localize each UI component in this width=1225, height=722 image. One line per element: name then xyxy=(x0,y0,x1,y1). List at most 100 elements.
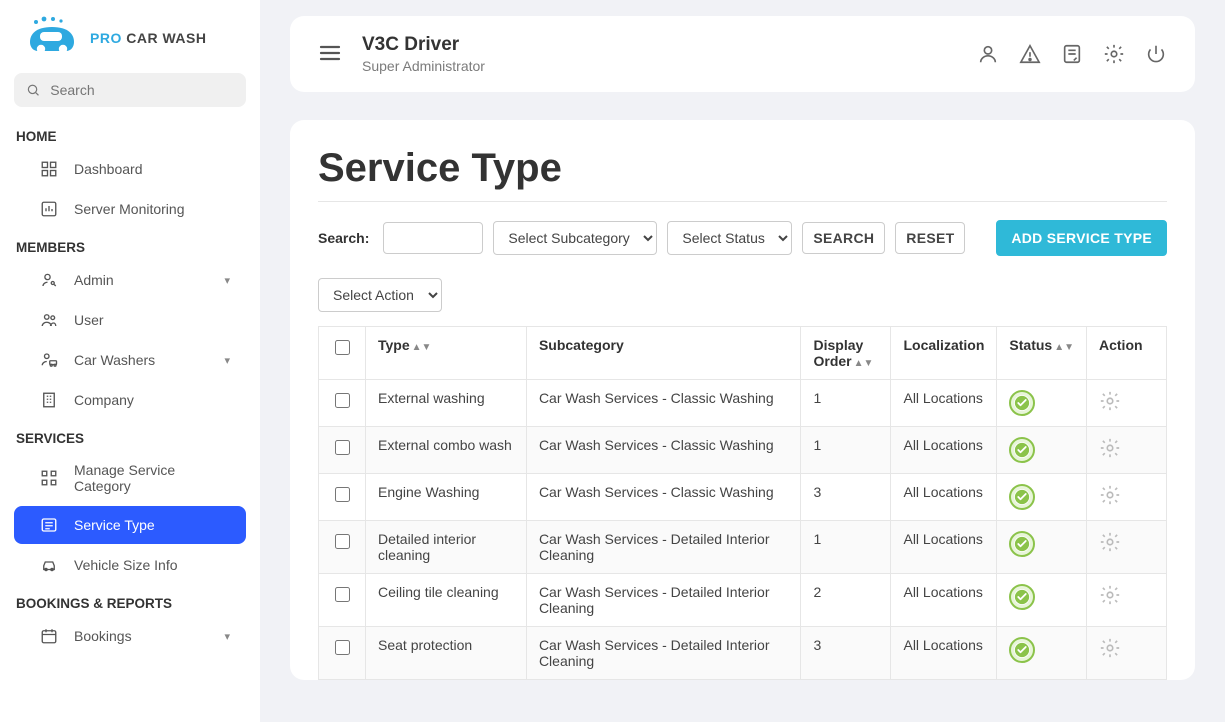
sidebar-item-label: Manage Service Category xyxy=(74,462,230,494)
select-all-checkbox[interactable] xyxy=(335,340,350,355)
brand-text: PRO CAR WASH xyxy=(90,30,206,46)
row-checkbox[interactable] xyxy=(335,587,350,602)
cell-status xyxy=(997,574,1087,627)
col-subcategory: Subcategory xyxy=(526,327,801,380)
note-icon[interactable] xyxy=(1061,43,1083,65)
divider xyxy=(318,201,1167,202)
col-status[interactable]: Status▲▼ xyxy=(997,327,1087,380)
cell-status xyxy=(997,521,1087,574)
sidebar-search[interactable] xyxy=(14,73,246,107)
sidebar-item-dashboard[interactable]: Dashboard xyxy=(14,150,246,188)
status-active-icon[interactable] xyxy=(1009,437,1035,463)
sidebar-item-label: Company xyxy=(74,392,230,408)
row-settings-icon[interactable] xyxy=(1099,399,1121,415)
status-select[interactable]: Select Status xyxy=(667,221,792,255)
sidebar-item-car-washers[interactable]: Car Washers ▾ xyxy=(14,341,246,379)
cell-action xyxy=(1087,574,1167,627)
table-row: External washing Car Wash Services - Cla… xyxy=(319,380,1167,427)
col-localization: Localization xyxy=(891,327,997,380)
menu-toggle-icon[interactable] xyxy=(318,41,342,68)
cell-status xyxy=(997,627,1087,680)
filter-row: Search: Select Subcategory Select Status… xyxy=(318,220,1167,256)
sidebar-item-manage-service-category[interactable]: Manage Service Category xyxy=(14,452,246,504)
search-input[interactable] xyxy=(383,222,483,254)
col-display-order[interactable]: Display Order▲▼ xyxy=(801,327,891,380)
sidebar-item-server-monitoring[interactable]: Server Monitoring xyxy=(14,190,246,228)
status-active-icon[interactable] xyxy=(1009,484,1035,510)
sidebar-item-label: Vehicle Size Info xyxy=(74,557,230,573)
search-icon xyxy=(26,82,40,98)
sidebar-item-service-type[interactable]: Service Type xyxy=(14,506,246,544)
sidebar-item-label: Dashboard xyxy=(74,161,230,177)
service-type-table: Type▲▼ Subcategory Display Order▲▼ Local… xyxy=(318,326,1167,680)
cell-subcategory: Car Wash Services - Detailed Interior Cl… xyxy=(526,574,801,627)
add-service-type-button[interactable]: ADD SERVICE TYPE xyxy=(996,220,1167,256)
chevron-down-icon: ▾ xyxy=(224,630,230,643)
search-label: Search: xyxy=(318,230,369,246)
bulk-action-select[interactable]: Select Action xyxy=(318,278,442,312)
cell-subcategory: Car Wash Services - Detailed Interior Cl… xyxy=(526,627,801,680)
sidebar-item-user[interactable]: User xyxy=(14,301,246,339)
chevron-down-icon: ▾ xyxy=(224,354,230,367)
row-checkbox[interactable] xyxy=(335,440,350,455)
person-car-icon xyxy=(40,351,58,369)
search-button[interactable]: SEARCH xyxy=(802,222,885,254)
sidebar-item-vehicle-size-info[interactable]: Vehicle Size Info xyxy=(14,546,246,584)
sidebar-item-admin[interactable]: Admin ▾ xyxy=(14,261,246,299)
cell-subcategory: Car Wash Services - Detailed Interior Cl… xyxy=(526,521,801,574)
cell-localization: All Locations xyxy=(891,574,997,627)
sidebar-search-input[interactable] xyxy=(48,81,234,99)
cell-status xyxy=(997,427,1087,474)
cell-localization: All Locations xyxy=(891,380,997,427)
cell-action xyxy=(1087,380,1167,427)
brand-logo: PRO CAR WASH xyxy=(0,10,260,73)
sidebar-item-bookings[interactable]: Bookings ▾ xyxy=(14,617,246,655)
cell-subcategory: Car Wash Services - Classic Washing xyxy=(526,380,801,427)
profile-icon[interactable] xyxy=(977,43,999,65)
cell-type: External combo wash xyxy=(366,427,527,474)
row-settings-icon[interactable] xyxy=(1099,646,1121,662)
cell-order: 1 xyxy=(801,427,891,474)
sidebar-item-label: Service Type xyxy=(74,517,230,533)
cell-action xyxy=(1087,627,1167,680)
section-header: BOOKINGS & REPORTS xyxy=(0,586,260,615)
chart-icon xyxy=(40,200,58,218)
row-settings-icon[interactable] xyxy=(1099,493,1121,509)
table-row: Detailed interior cleaning Car Wash Serv… xyxy=(319,521,1167,574)
calendar-icon xyxy=(40,627,58,645)
status-active-icon[interactable] xyxy=(1009,531,1035,557)
row-settings-icon[interactable] xyxy=(1099,540,1121,556)
section-header: SERVICES xyxy=(0,421,260,450)
row-settings-icon[interactable] xyxy=(1099,446,1121,462)
row-checkbox[interactable] xyxy=(335,393,350,408)
power-icon[interactable] xyxy=(1145,43,1167,65)
cell-type: Seat protection xyxy=(366,627,527,680)
sidebar-item-label: User xyxy=(74,312,230,328)
status-active-icon[interactable] xyxy=(1009,584,1035,610)
row-checkbox[interactable] xyxy=(335,534,350,549)
row-checkbox[interactable] xyxy=(335,640,350,655)
cell-localization: All Locations xyxy=(891,521,997,574)
table-row: External combo wash Car Wash Services - … xyxy=(319,427,1167,474)
status-active-icon[interactable] xyxy=(1009,390,1035,416)
sidebar-item-company[interactable]: Company xyxy=(14,381,246,419)
grid-icon xyxy=(40,469,58,487)
main: V3C Driver Super Administrator Service T… xyxy=(260,0,1225,722)
row-settings-icon[interactable] xyxy=(1099,593,1121,609)
cell-type: Detailed interior cleaning xyxy=(366,521,527,574)
sidebar-item-label: Car Washers xyxy=(74,352,208,368)
row-checkbox[interactable] xyxy=(335,487,350,502)
cell-order: 1 xyxy=(801,521,891,574)
list-icon xyxy=(40,516,58,534)
reset-button[interactable]: RESET xyxy=(895,222,965,254)
subcategory-select[interactable]: Select Subcategory xyxy=(493,221,657,255)
person-key-icon xyxy=(40,271,58,289)
cell-action xyxy=(1087,474,1167,521)
col-type[interactable]: Type▲▼ xyxy=(366,327,527,380)
user-role: Super Administrator xyxy=(362,58,485,74)
status-active-icon[interactable] xyxy=(1009,637,1035,663)
alert-icon[interactable] xyxy=(1019,43,1041,65)
sidebar: PRO CAR WASH HOME Dashboard Server Monit… xyxy=(0,0,260,722)
settings-icon[interactable] xyxy=(1103,43,1125,65)
section-header: MEMBERS xyxy=(0,230,260,259)
